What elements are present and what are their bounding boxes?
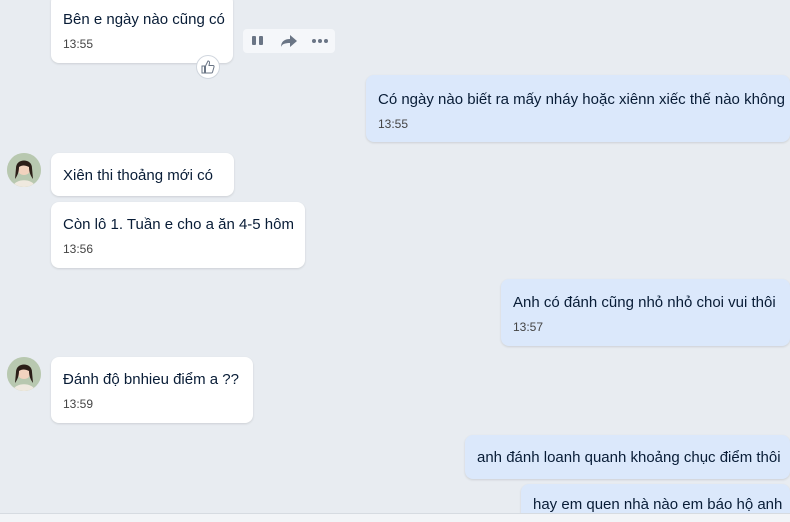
message-actions-toolbar xyxy=(243,29,335,53)
quote-icon[interactable] xyxy=(246,29,270,53)
avatar[interactable] xyxy=(7,153,41,187)
forward-icon[interactable] xyxy=(277,29,301,53)
message-text: hay em quen nhà nào em báo hộ anh xyxy=(533,496,783,513)
message-time: 13:55 xyxy=(63,37,94,51)
message-bubble-outgoing[interactable]: Có ngày nào biết ra mấy nháy hoặc xiênn … xyxy=(366,75,790,142)
message-text: Còn lô 1. Tuần e cho a ăn 4-5 hôm xyxy=(63,216,294,233)
message-time: 13:56 xyxy=(63,242,94,256)
message-text: Bên e ngày nào cũng có xyxy=(63,11,225,28)
more-icon[interactable] xyxy=(308,29,332,53)
message-bubble-outgoing[interactable]: Anh có đánh cũng nhỏ nhỏ choi vui thôi 1… xyxy=(501,279,790,346)
message-text: Có ngày nào biết ra mấy nháy hoặc xiênn … xyxy=(378,91,785,108)
message-time: 13:59 xyxy=(63,397,94,411)
message-text: Xiên thi thoảng mới có xyxy=(63,167,213,184)
message-bubble-incoming[interactable]: Xiên thi thoảng mới có xyxy=(51,153,234,196)
message-bubble-incoming[interactable]: Còn lô 1. Tuần e cho a ăn 4-5 hôm 13:56 xyxy=(51,202,305,268)
message-time: 13:55 xyxy=(378,117,409,131)
message-text: Anh có đánh cũng nhỏ nhỏ choi vui thôi xyxy=(513,294,776,311)
message-text: Đánh độ bnhieu điểm a ?? xyxy=(63,371,239,388)
thumbs-up-icon[interactable] xyxy=(196,55,220,79)
message-time: 13:57 xyxy=(513,320,544,334)
message-text: anh đánh loanh quanh khoảng chục điểm th… xyxy=(477,449,781,466)
avatar[interactable] xyxy=(7,357,41,391)
message-bubble-incoming[interactable]: Đánh độ bnhieu điểm a ?? 13:59 xyxy=(51,357,253,423)
message-bubble-incoming[interactable]: Bên e ngày nào cũng có 13:55 xyxy=(51,0,233,63)
message-bubble-outgoing[interactable]: anh đánh loanh quanh khoảng chục điểm th… xyxy=(465,435,790,479)
